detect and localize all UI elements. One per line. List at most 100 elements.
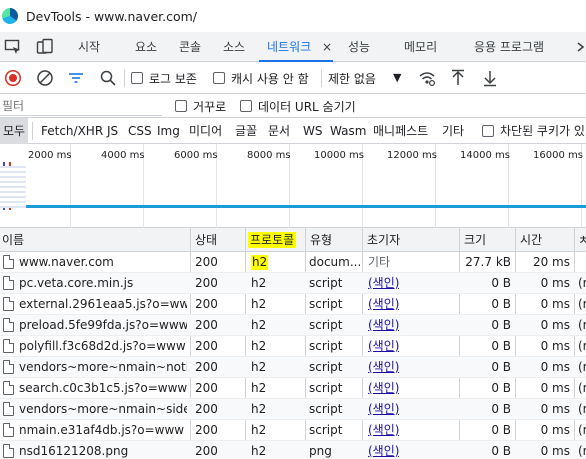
request-name: preload.5fe99fda.js?o=www bbox=[19, 318, 187, 332]
tab-network[interactable]: 네트워크 bbox=[258, 32, 334, 62]
request-density-area bbox=[0, 166, 26, 208]
filter-icon[interactable] bbox=[67, 69, 85, 87]
type-filter-wasm[interactable]: Wasm bbox=[330, 118, 366, 144]
close-tab-icon[interactable]: × bbox=[322, 32, 332, 62]
request-status: 200 bbox=[195, 318, 218, 332]
request-size: 0 B bbox=[491, 318, 511, 332]
type-filter-media[interactable]: 미디어 bbox=[189, 118, 222, 144]
table-row[interactable]: pc.veta.core.min.js 200 h2 script (색인) 0… bbox=[0, 273, 586, 294]
blocked-cookies-checkbox[interactable] bbox=[482, 125, 494, 137]
script-file-icon bbox=[3, 318, 14, 332]
tab-performance[interactable]: 성능 bbox=[348, 32, 370, 62]
column-header-time[interactable]: 시간 bbox=[520, 228, 542, 252]
request-overflow: (r bbox=[578, 402, 586, 416]
throttling-select[interactable]: 제한 없음 bbox=[328, 70, 376, 87]
search-icon[interactable] bbox=[99, 69, 117, 87]
preserve-log-checkbox[interactable] bbox=[131, 72, 143, 84]
tab-application[interactable]: 응용 프로그램 bbox=[474, 32, 544, 62]
request-status: 200 bbox=[195, 276, 218, 290]
filter-input[interactable] bbox=[0, 96, 162, 116]
invert-checkbox[interactable] bbox=[175, 100, 187, 112]
request-type: script bbox=[309, 402, 343, 416]
type-filter-js[interactable]: JS bbox=[107, 118, 118, 144]
request-type: script bbox=[309, 276, 343, 290]
more-tabs-chevron-icon[interactable] bbox=[576, 38, 586, 56]
document-file-icon bbox=[3, 255, 14, 269]
request-name: external.2961eaa5.js?o=www bbox=[19, 297, 187, 311]
timeline-tick-label: 4000 ms bbox=[101, 150, 145, 161]
tab-console[interactable]: 콘솔 bbox=[179, 32, 201, 62]
script-file-icon bbox=[3, 276, 14, 290]
request-initiator-link[interactable]: (색인) bbox=[368, 336, 399, 357]
disable-cache-checkbox[interactable] bbox=[213, 72, 225, 84]
hide-data-urls-label: 데이터 URL 숨기기 bbox=[258, 100, 356, 114]
table-row[interactable]: polyfill.f3c68d2d.js?o=www 200 h2 script… bbox=[0, 336, 586, 357]
request-time: 20 ms bbox=[532, 255, 570, 269]
table-row[interactable]: vendors~more~nmain~sideb... 200 h2 scrip… bbox=[0, 399, 586, 420]
type-filter-ws[interactable]: WS bbox=[303, 118, 322, 144]
request-size: 0 B bbox=[491, 423, 511, 437]
table-row[interactable]: preload.5fe99fda.js?o=www 200 h2 script … bbox=[0, 315, 586, 336]
request-initiator-link[interactable]: (색인) bbox=[368, 420, 399, 441]
table-row[interactable]: www.naver.com 200 h2 docum... 기타 27.7 kB… bbox=[0, 252, 586, 273]
request-initiator-link[interactable]: (색인) bbox=[368, 315, 399, 336]
tab-memory[interactable]: 메모리 bbox=[404, 32, 437, 62]
request-status: 200 bbox=[195, 360, 218, 374]
request-initiator-link[interactable]: (색인) bbox=[368, 378, 399, 399]
type-filter-manifest[interactable]: 매니페스트 bbox=[373, 118, 428, 144]
chevron-down-icon[interactable]: ▼ bbox=[393, 71, 401, 84]
request-initiator-link[interactable]: (색인) bbox=[368, 357, 399, 378]
request-initiator-link[interactable]: (색인) bbox=[368, 273, 399, 294]
inspect-element-icon[interactable] bbox=[4, 38, 22, 56]
timeline-tick-label: 8000 ms bbox=[247, 150, 291, 161]
type-filter-fetch-xhr[interactable]: Fetch/XHR bbox=[41, 118, 103, 144]
device-toolbar-icon[interactable] bbox=[36, 38, 54, 56]
table-row[interactable]: nmain.e31af4db.js?o=www 200 h2 script (색… bbox=[0, 420, 586, 441]
table-row[interactable]: vendors~more~nmain~notic... 200 h2 scrip… bbox=[0, 357, 586, 378]
request-type: script bbox=[309, 318, 343, 332]
table-row[interactable]: nsd16121208.png 200 h2 png (색인) 0 B 0 ms… bbox=[0, 441, 586, 459]
request-time: 0 ms bbox=[540, 339, 570, 353]
request-time: 0 ms bbox=[540, 276, 570, 290]
window-title: DevTools - www.naver.com/ bbox=[26, 8, 198, 24]
import-har-icon[interactable] bbox=[449, 69, 467, 87]
column-header-initiator[interactable]: 초기자 bbox=[367, 228, 400, 252]
type-filter-all[interactable]: 모두 bbox=[0, 118, 29, 144]
type-filter-doc[interactable]: 문서 bbox=[268, 118, 290, 144]
table-row[interactable]: external.2961eaa5.js?o=www 200 h2 script… bbox=[0, 294, 586, 315]
column-header-status[interactable]: 상태 bbox=[195, 228, 217, 252]
request-time: 0 ms bbox=[540, 402, 570, 416]
column-header-protocol[interactable]: 프로토콜 bbox=[248, 232, 297, 248]
record-icon[interactable] bbox=[4, 69, 22, 87]
type-filter-css[interactable]: CSS bbox=[128, 118, 152, 144]
network-overview-timeline[interactable]: 2000 ms 4000 ms 6000 ms 8000 ms 10000 ms… bbox=[0, 144, 586, 228]
request-protocol: h2 bbox=[251, 255, 269, 270]
tab-elements[interactable]: 요소 bbox=[135, 32, 157, 62]
column-header-size[interactable]: 크기 bbox=[464, 228, 486, 252]
tab-sources[interactable]: 소스 bbox=[223, 32, 245, 62]
request-time: 0 ms bbox=[540, 381, 570, 395]
table-row[interactable]: search.c0c3b1c5.js?o=www 200 h2 script (… bbox=[0, 378, 586, 399]
request-initiator-link[interactable]: (색인) bbox=[368, 294, 399, 315]
request-waterfall-bar bbox=[26, 205, 586, 208]
timeline-tick-label: 16000 ms bbox=[533, 150, 583, 161]
network-conditions-icon[interactable] bbox=[418, 69, 436, 87]
request-initiator-link[interactable]: (색인) bbox=[368, 441, 399, 459]
tab-welcome[interactable]: 시작 bbox=[78, 32, 100, 62]
column-header-overflow[interactable]: ㅊ bbox=[578, 228, 586, 252]
column-header-type[interactable]: 유형 bbox=[310, 228, 332, 252]
request-name: search.c0c3b1c5.js?o=www bbox=[19, 381, 187, 395]
export-har-icon[interactable] bbox=[481, 69, 499, 87]
clear-icon[interactable] bbox=[36, 69, 54, 87]
type-filter-other[interactable]: 기타 bbox=[442, 118, 464, 144]
script-file-icon bbox=[3, 360, 14, 374]
request-status: 200 bbox=[195, 444, 218, 458]
request-protocol: h2 bbox=[251, 444, 267, 458]
request-type: script bbox=[309, 423, 343, 437]
type-filter-font[interactable]: 글꼴 bbox=[235, 118, 257, 144]
column-header-name[interactable]: 이름 bbox=[2, 228, 24, 252]
request-protocol: h2 bbox=[251, 276, 267, 290]
type-filter-img[interactable]: Img bbox=[157, 118, 180, 144]
hide-data-urls-checkbox[interactable] bbox=[240, 100, 252, 112]
request-initiator-link[interactable]: (색인) bbox=[368, 399, 399, 420]
